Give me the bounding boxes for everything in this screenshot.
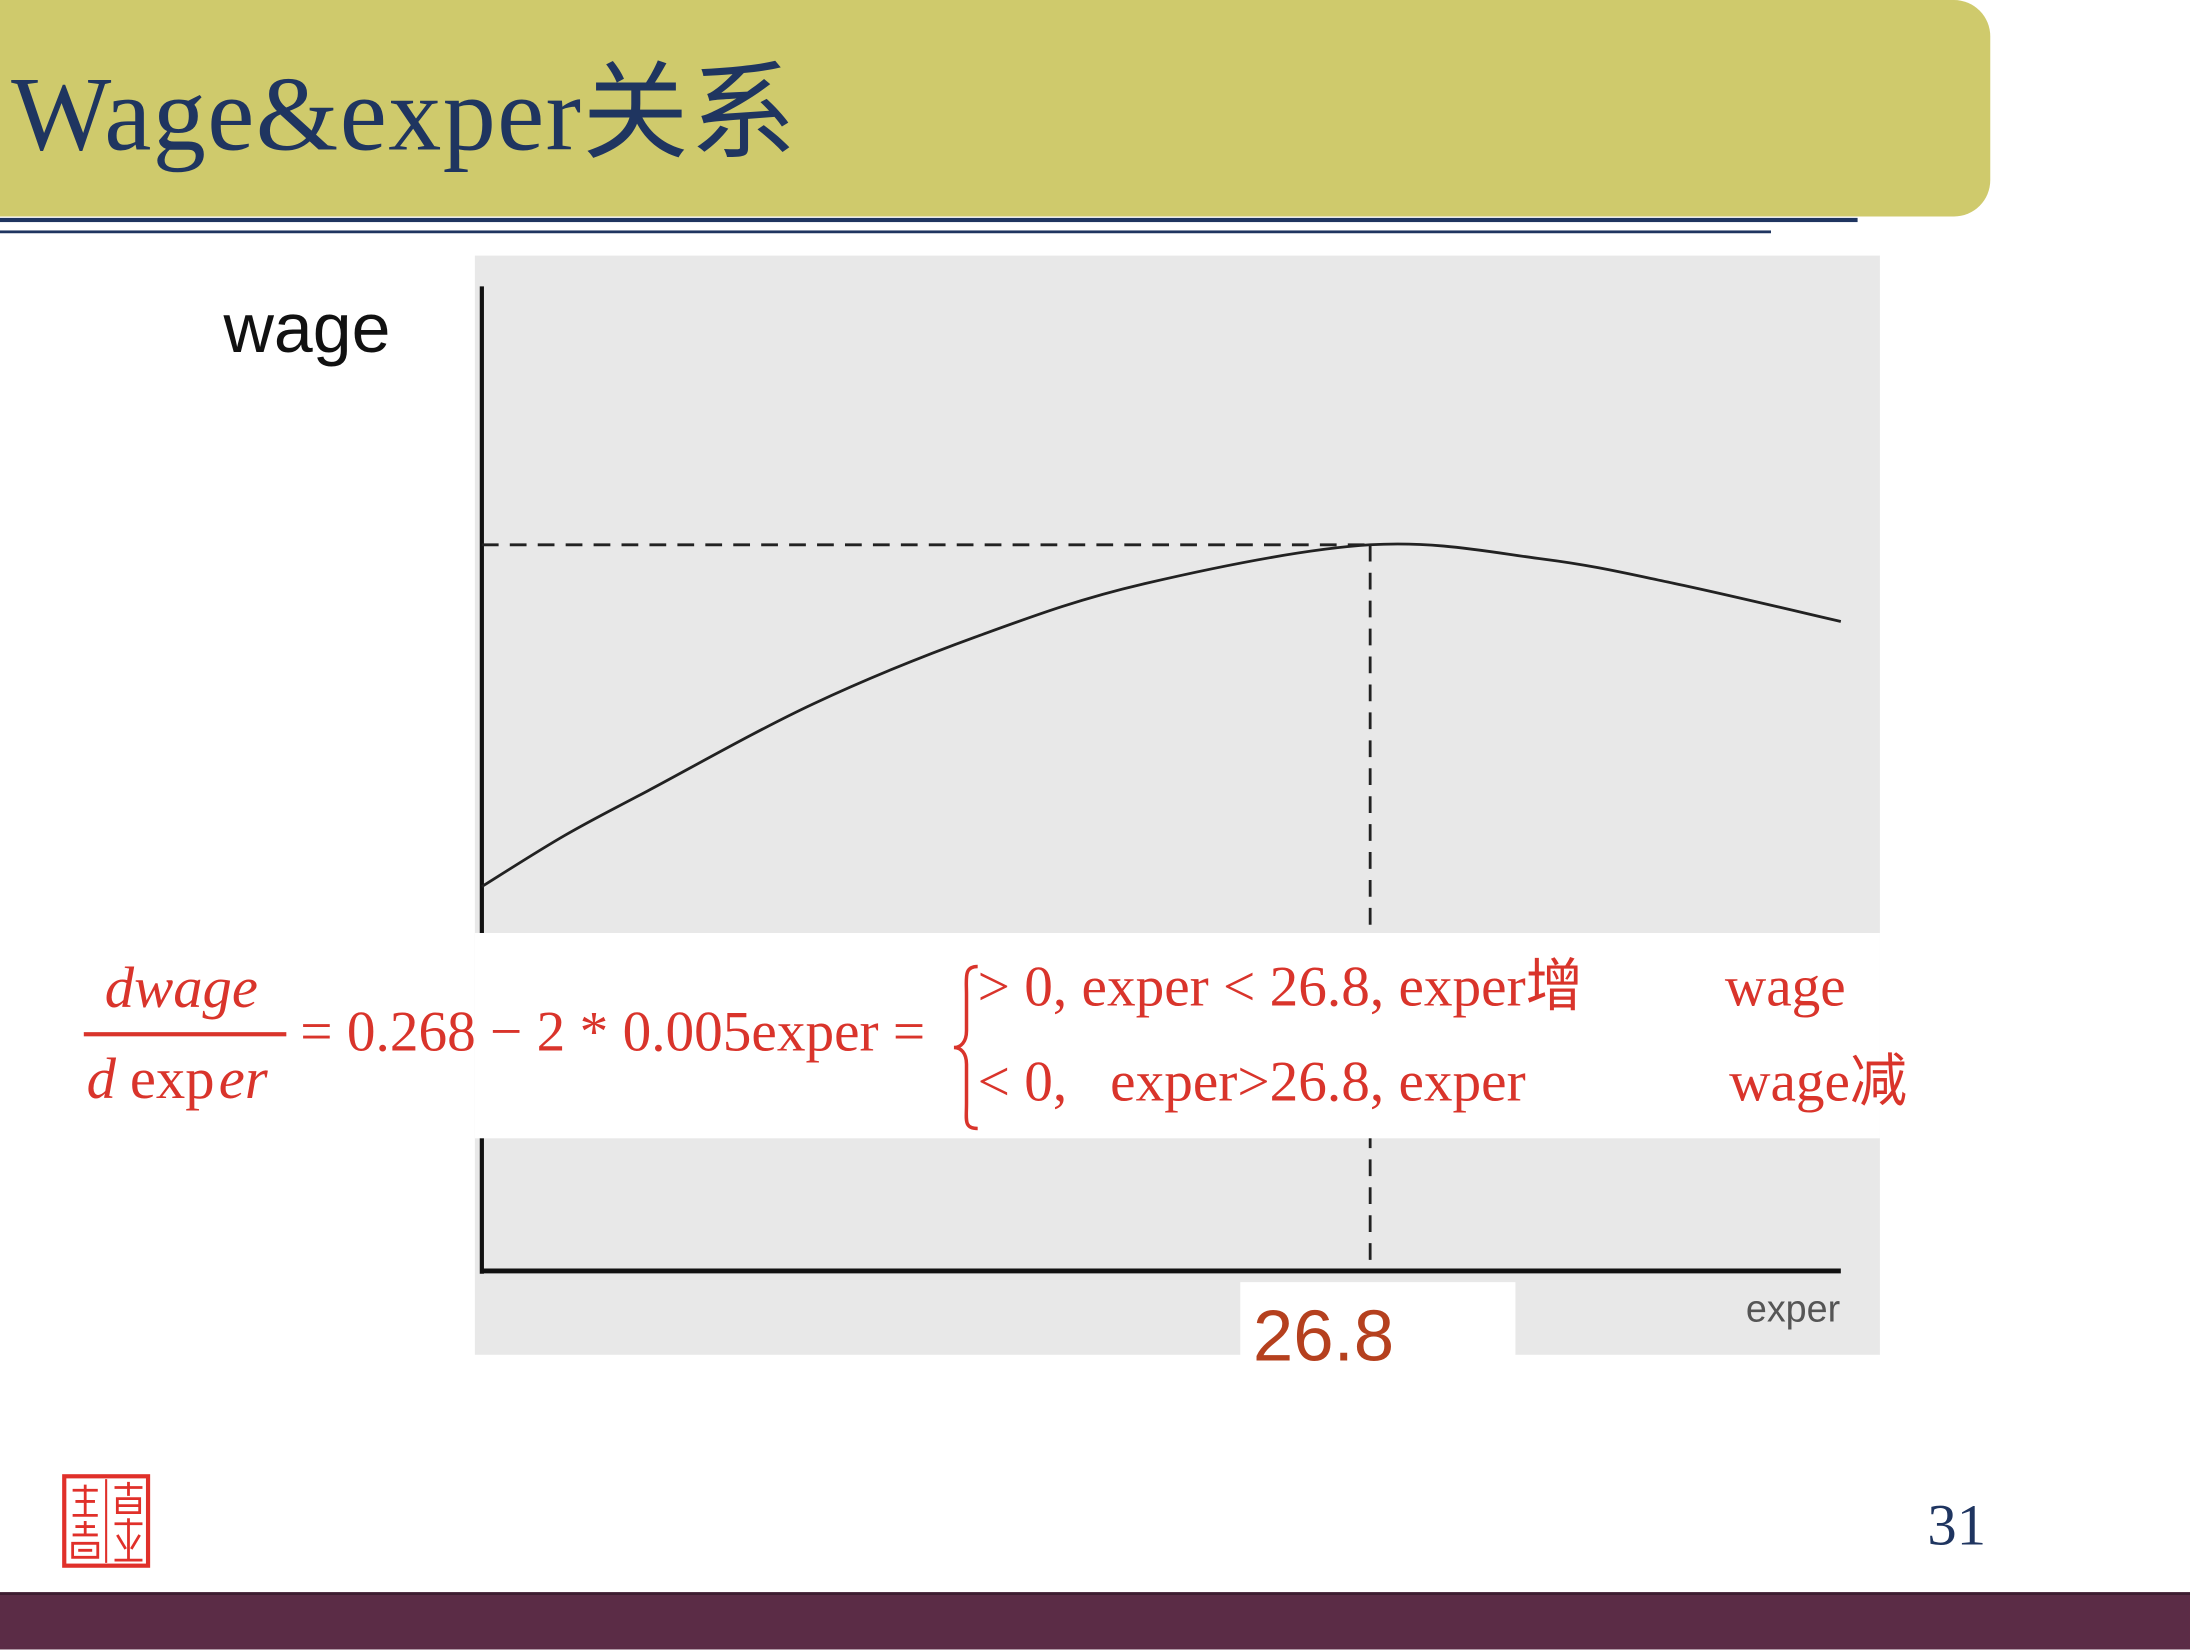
denominator-d: d bbox=[86, 1047, 116, 1112]
formula-numerator: dwage bbox=[104, 956, 258, 1021]
plot-background bbox=[474, 255, 1880, 1355]
footer-band bbox=[0, 1592, 2190, 1650]
formula-denominator: d exper bbox=[87, 1050, 268, 1109]
formula-case-positive-result: wage bbox=[1724, 953, 1846, 1019]
x-marker-label: 26.8 bbox=[1252, 1296, 1395, 1378]
formula-rhs: = 0.268 − 2 * 0.005exper = bbox=[300, 998, 926, 1063]
seal-icon bbox=[62, 1474, 151, 1568]
formula-fraction-line bbox=[83, 1032, 287, 1036]
x-axis-label: exper bbox=[1745, 1287, 1841, 1330]
formula-case-positive: > 0, exper < 26.8, exper增 bbox=[977, 953, 1583, 1019]
denominator-er: er bbox=[218, 1047, 268, 1112]
chart bbox=[474, 255, 1880, 1355]
slide: Wage&exper关系 wage dwage d exper = 0.268 −… bbox=[0, 0, 2190, 1650]
formula-case-negative-result: wage减 bbox=[1729, 1048, 1908, 1114]
formula-case-negative: < 0, exper>26.8, exper bbox=[977, 1048, 1526, 1114]
denominator-exp: exp bbox=[129, 1047, 215, 1112]
page-number: 31 bbox=[1927, 1494, 1987, 1559]
y-axis-label: wage bbox=[223, 289, 391, 368]
